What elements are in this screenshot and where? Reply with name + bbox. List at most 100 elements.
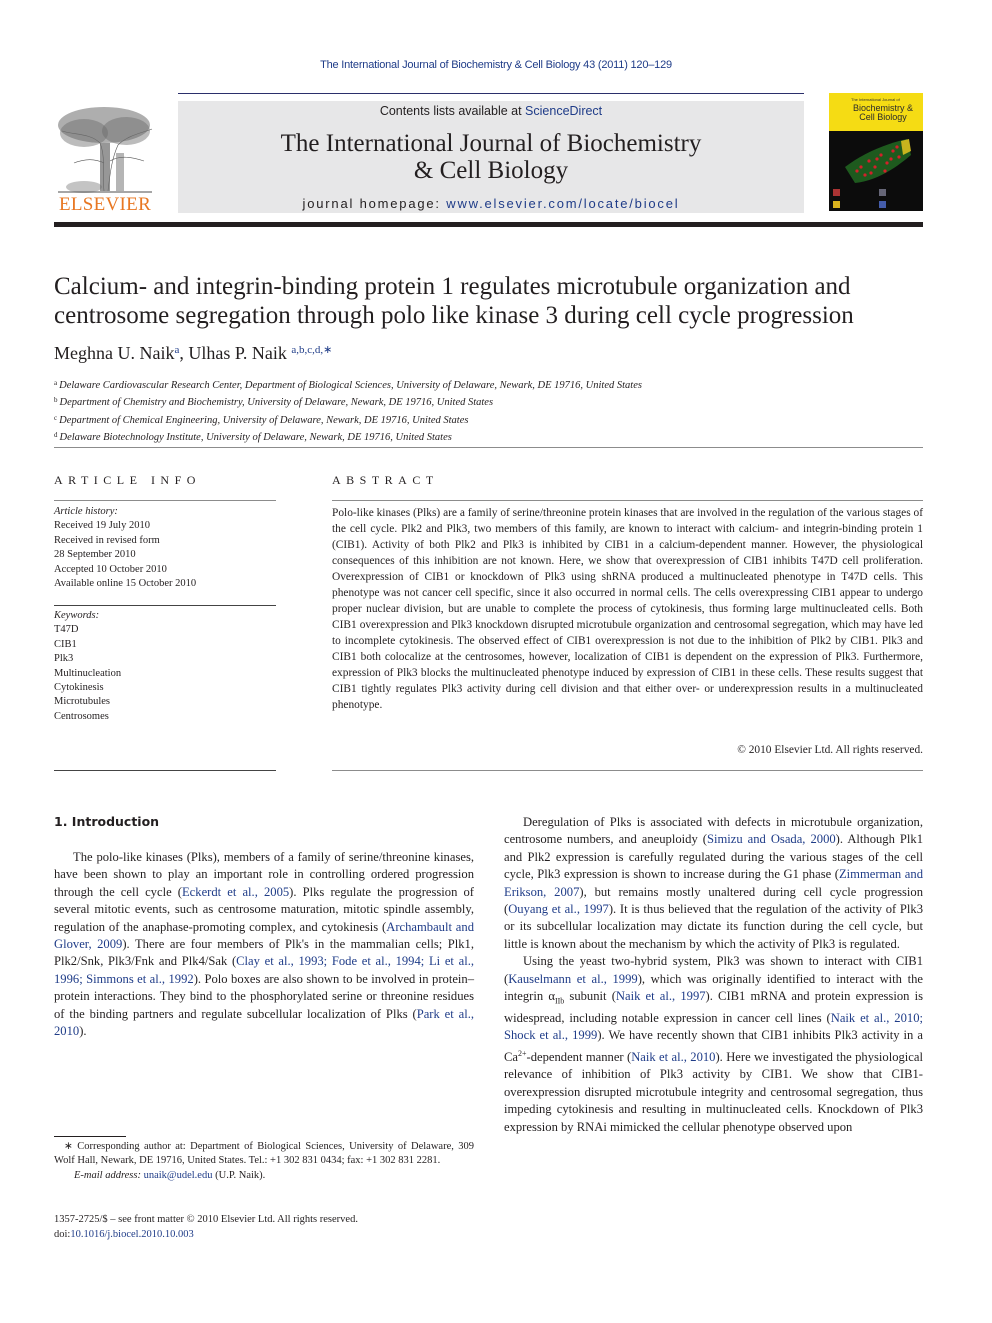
footnote-rule: [54, 1136, 126, 1137]
cover-title-line2: Cell Biology: [859, 112, 907, 122]
paragraph: The polo-like kinases (Plks), members of…: [54, 849, 474, 1040]
article-history: Article history: Received 19 July 2010 Re…: [54, 505, 276, 591]
journal-cover-thumbnail[interactable]: The International Journal of Biochemistr…: [829, 93, 923, 211]
citation-link[interactable]: Simizu and Osada, 2000: [707, 832, 836, 846]
abstract-rule: [332, 500, 923, 501]
email-suffix: (U.P. Naik).: [212, 1169, 266, 1181]
article-title-line1: Calcium- and integrin-binding protein 1 …: [54, 273, 851, 300]
article-title-line2: centrosome segregation through polo like…: [54, 302, 854, 329]
masthead-bottom-rule: [54, 222, 923, 227]
author-name[interactable]: Ulhas P. Naik: [188, 343, 287, 363]
email-label: E-mail address:: [74, 1169, 144, 1181]
citation-link[interactable]: Naik et al., 2010: [631, 1050, 715, 1064]
doi-link[interactable]: 10.1016/j.biocel.2010.10.003: [70, 1229, 193, 1240]
cover-thumb-1: [833, 189, 840, 196]
cover-thumb-2: [879, 189, 886, 196]
keyword-item: Cytokinesis: [54, 682, 104, 694]
affiliation-item: b Department of Chemistry and Biochemistr…: [54, 393, 642, 410]
text-run: -dependent manner (: [526, 1049, 632, 1064]
author-list: Meghna U. Naika, Ulhas P. Naik a,b,c,d,∗: [54, 343, 332, 364]
article-history-label: Article history:: [54, 506, 118, 517]
paragraph: Deregulation of Plks is associated with …: [504, 814, 923, 953]
contents-prefix: Contents lists available at: [379, 104, 526, 118]
keywords-label: Keywords:: [54, 610, 100, 621]
journal-title-line2: & Cell Biology: [413, 157, 569, 184]
homepage-prefix: journal homepage:: [302, 196, 447, 211]
article-history-list: Received 19 July 2010 Received in revised…: [54, 519, 276, 591]
cover-thumb-3: [833, 201, 840, 208]
affiliation-text: Department of Chemistry and Biochemistry…: [59, 397, 494, 409]
cover-thumb-4: [879, 201, 886, 208]
keyword-item: T47D: [54, 624, 79, 636]
body-column-right: Deregulation of Plks is associated with …: [504, 814, 923, 1136]
homepage-link[interactable]: www.elsevier.com/locate/biocel: [446, 196, 679, 211]
affiliation-item: c Department of Chemical Engineering, Uni…: [54, 411, 642, 428]
journal-title: The International Journal of Biochemistr…: [178, 130, 804, 184]
affiliation-mark: c: [54, 413, 58, 422]
cover-micrograph-image: [845, 139, 911, 183]
doi-prefix: doi:: [54, 1229, 71, 1240]
keywords: Keywords: T47D CIB1 Plk3 Multinucleation Cyt…: [54, 609, 276, 724]
sciencedirect-link[interactable]: ScienceDirect: [525, 104, 602, 118]
body-column-left: The polo-like kinases (Plks), members of…: [54, 849, 474, 1040]
article-info-heading: ARTICLE INFO: [54, 473, 201, 487]
keyword-item: Plk3: [54, 653, 74, 665]
abstract-bottom-rule: [332, 770, 923, 771]
cover-title: Biochemistry & Cell Biology: [845, 104, 921, 122]
affiliation-mark: b: [54, 396, 58, 405]
issn-line: 1357-2725/$ – see front matter © 2010 El…: [54, 1214, 358, 1225]
superscript: 2+: [518, 1048, 527, 1058]
page-footer: 1357-2725/$ – see front matter © 2010 El…: [54, 1212, 358, 1242]
author-name[interactable]: Meghna U. Naik: [54, 343, 174, 363]
affiliation-text: Department of Chemical Engineering, Univ…: [59, 414, 469, 426]
history-item: Available online 15 October 2010: [54, 578, 197, 590]
keyword-item: Centrosomes: [54, 710, 109, 722]
affiliation-text: Delaware Cardiovascular Research Center,…: [59, 380, 642, 391]
affiliation-item: d Delaware Biotechnology Institute, Unive…: [54, 428, 642, 445]
footnote: ∗ Corresponding author at: Department of…: [54, 1140, 474, 1183]
keyword-list: T47D CIB1 Plk3 Multinucleation Cytokinesis Mi…: [54, 623, 276, 724]
affiliations: a Delaware Cardiovascular Research Center…: [54, 376, 642, 445]
running-header[interactable]: The International Journal of Biochemistr…: [0, 59, 992, 71]
journal-title-line1: The International Journal of Biochemistr…: [280, 130, 702, 157]
subscript: IIb: [554, 996, 565, 1006]
citation-link[interactable]: Ouyang et al., 1997: [508, 902, 609, 916]
article-title: Calcium- and integrin-binding protein 1 …: [54, 272, 934, 330]
text-run: ).: [79, 1024, 87, 1039]
title-block-rule: [54, 447, 923, 448]
text-run: subunit (: [564, 989, 616, 1004]
affiliation-mark: d: [54, 430, 58, 439]
cover-banner: The International Journal of Biochemistr…: [829, 93, 923, 131]
author-affiliation-marks[interactable]: a,b,c,d,∗: [291, 344, 332, 356]
history-item: 28 September 2010: [54, 549, 136, 561]
abstract-heading: ABSTRACT: [332, 473, 439, 487]
keyword-item: Microtubules: [54, 696, 110, 708]
doi-line: doi:10.1016/j.biocel.2010.10.003: [54, 1227, 358, 1242]
affiliation-text: Delaware Biotechnology Institute, Univer…: [59, 431, 452, 443]
journal-homepage: journal homepage: www.elsevier.com/locat…: [178, 196, 804, 211]
citation-link[interactable]: Naik et al., 1997: [616, 989, 706, 1003]
email-link[interactable]: unaik@udel.edu: [144, 1170, 213, 1181]
article-info-bottom-rule: [54, 770, 276, 771]
keywords-rule: [54, 605, 276, 606]
affiliation-mark: a: [54, 379, 58, 387]
article-info-rule: [54, 500, 276, 501]
keyword-item: Multinucleation: [54, 667, 122, 679]
abstract-copyright: © 2010 Elsevier Ltd. All rights reserved…: [737, 744, 923, 756]
keyword-item: CIB1: [54, 638, 77, 650]
citation-link[interactable]: Eckerdt et al., 2005: [182, 885, 289, 899]
contents-line: Contents lists available at ScienceDirec…: [178, 104, 804, 118]
elsevier-wordmark[interactable]: ELSEVIER: [54, 194, 156, 216]
citation-link[interactable]: Kauselmann et al., 1999: [508, 972, 638, 986]
affiliation-item: a Delaware Cardiovascular Research Center…: [54, 376, 642, 393]
history-item: Accepted 10 October 2010: [54, 563, 167, 575]
paragraph: Using the yeast two-hybrid system, Plk3 …: [504, 953, 923, 1136]
header-rule: [178, 93, 804, 94]
abstract-text: Polo-like kinases (Plks) are a family of…: [332, 507, 923, 711]
section-heading-introduction: 1. Introduction: [54, 814, 160, 829]
corresponding-author-note: ∗ Corresponding author at: Department of…: [54, 1141, 474, 1167]
history-item: Received in revised form: [54, 534, 160, 546]
history-item: Received 19 July 2010: [54, 520, 150, 532]
email-line: E-mail address: unaik@udel.edu (U.P. Nai…: [54, 1169, 474, 1183]
cover-small-text: The International Journal of: [851, 97, 900, 102]
